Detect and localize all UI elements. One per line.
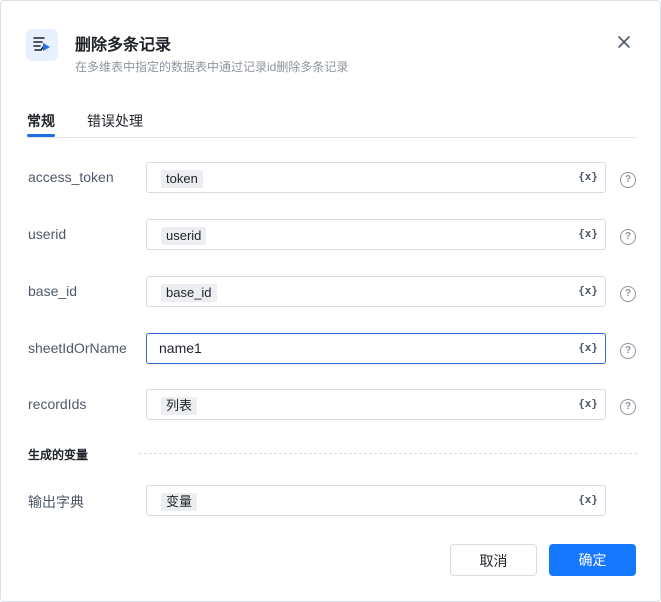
variable-picker-icon[interactable]: {x} [578, 227, 598, 240]
userid-field[interactable]: userid {x} [146, 219, 606, 250]
close-icon [618, 36, 630, 48]
tab-general[interactable]: 常规 [27, 111, 55, 137]
record-ids-label: recordIds [28, 396, 87, 412]
variable-chip: userid [161, 227, 207, 245]
help-icon[interactable]: ? [620, 172, 636, 188]
help-icon[interactable]: ? [620, 229, 636, 245]
help-icon[interactable]: ? [620, 399, 636, 415]
userid-label: userid [28, 226, 67, 242]
dialog-title: 删除多条记录 [75, 37, 172, 54]
table-delete-icon [26, 29, 58, 61]
variable-picker-icon[interactable]: {x} [578, 170, 598, 183]
variable-chip: base_id [161, 284, 217, 302]
close-button[interactable] [613, 31, 635, 53]
output-dict-field[interactable]: 变量 {x} [146, 485, 606, 516]
variable-picker-icon[interactable]: {x} [578, 284, 598, 297]
section-divider [139, 453, 637, 454]
access-token-field[interactable]: token {x} [146, 162, 606, 193]
variable-chip: token [161, 170, 203, 188]
access-token-label: access_token [28, 169, 114, 185]
sheet-id-or-name-label: sheetIdOrName [28, 340, 127, 356]
sheet-id-or-name-value: name1 [159, 340, 202, 356]
delete-records-dialog: 删除多条记录 在多维表中指定的数据表中通过记录id删除多条记录 常规 错误处理 … [0, 0, 661, 602]
base-id-field[interactable]: base_id {x} [146, 276, 606, 307]
tab-error-handling[interactable]: 错误处理 [87, 111, 143, 131]
variable-chip: 变量 [161, 493, 198, 511]
variable-picker-icon[interactable]: {x} [578, 341, 598, 354]
generated-variables-heading: 生成的变量 [28, 448, 89, 462]
dialog-subtitle: 在多维表中指定的数据表中通过记录id删除多条记录 [75, 60, 349, 74]
base-id-label: base_id [28, 283, 78, 299]
variable-picker-icon[interactable]: {x} [578, 493, 598, 506]
sheet-id-or-name-field[interactable]: name1 {x} [146, 333, 606, 364]
help-icon[interactable]: ? [620, 343, 636, 359]
cancel-button[interactable]: 取消 [450, 544, 537, 576]
help-icon[interactable]: ? [620, 286, 636, 302]
output-dict-label: 输出字典 [28, 494, 84, 510]
record-ids-field[interactable]: 列表 {x} [146, 389, 606, 420]
variable-chip: 列表 [161, 397, 198, 415]
variable-picker-icon[interactable]: {x} [578, 397, 598, 410]
confirm-button[interactable]: 确定 [549, 544, 636, 576]
tab-bar: 常规 错误处理 [27, 109, 637, 138]
